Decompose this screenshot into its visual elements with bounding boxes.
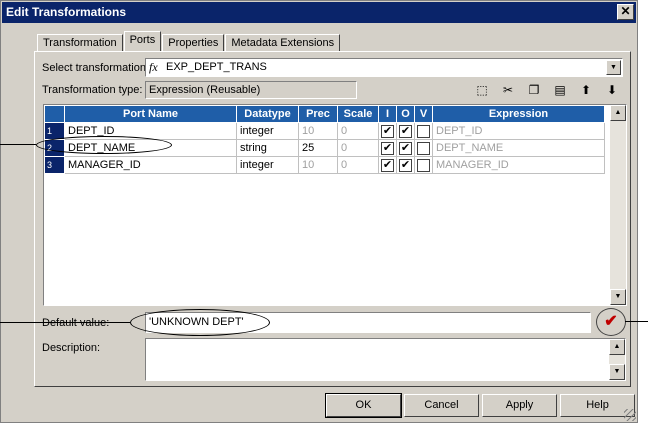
header-v[interactable]: V [414,105,433,123]
scroll-up-icon[interactable]: ▲ [610,105,626,121]
prec-cell[interactable]: 10 [298,122,338,140]
move-down-icon[interactable]: ⬇ [601,81,623,99]
cancel-button[interactable]: Cancel [404,394,479,417]
transformation-type-value: Expression (Reusable) [145,81,357,99]
scale-cell[interactable]: 0 [337,139,379,157]
ok-button[interactable]: OK [325,393,402,418]
tab-metadata-extensions[interactable]: Metadata Extensions [225,34,341,52]
transformation-type-label: Transformation type: [42,84,143,96]
tab-properties[interactable]: Properties [162,34,225,52]
grid-scrollbar[interactable]: ▲ ▼ [610,105,626,305]
header-port-name[interactable]: Port Name [64,105,237,123]
prec-cell[interactable]: 25 [298,139,338,157]
scale-cell[interactable]: 0 [337,122,379,140]
resize-grip-icon[interactable] [624,409,636,421]
select-transformation-label: Select transformation: [42,62,149,74]
tab-strip: Transformation Ports Properties Metadata… [37,31,341,52]
callout-line-validate [625,321,648,322]
callout-ellipse-default [130,309,270,336]
tab-ports[interactable]: Ports [123,31,162,52]
scale-cell[interactable]: 0 [337,156,379,174]
close-button[interactable]: ✕ [617,4,634,20]
apply-button[interactable]: Apply [482,394,557,417]
output-checkbox[interactable]: ✔ [399,141,412,155]
table-row[interactable]: 3 MANAGER_ID integer 10 0 ✔ ✔ MANAGER_ID [44,156,605,174]
header-o[interactable]: O [396,105,415,123]
window-title: Edit Transformations [6,5,127,19]
variable-checkbox[interactable] [417,124,430,138]
tab-transformation[interactable]: Transformation [37,34,123,52]
default-value-label: Default value: [42,317,110,329]
copy-icon[interactable]: ❐ [523,81,545,99]
expression-cell[interactable]: DEPT_NAME [432,139,605,157]
description-field[interactable]: ▲ ▼ [145,338,626,381]
header-rownum [44,105,65,123]
fx-icon: fx [149,60,158,74]
paste-icon[interactable]: ▤ [549,81,571,99]
description-label: Description: [42,342,101,354]
output-checkbox[interactable]: ✔ [399,124,412,138]
datatype-cell[interactable]: string [236,139,299,157]
title-bar: Edit Transformations ✕ [2,2,636,23]
variable-checkbox[interactable] [417,158,430,172]
expression-cell[interactable]: MANAGER_ID [432,156,605,174]
variable-checkbox[interactable] [417,141,430,155]
ports-grid: Port Name Datatype Prec Scale I O V Expr… [43,104,627,306]
chevron-down-icon[interactable]: ▼ [606,60,621,75]
output-checkbox[interactable]: ✔ [399,158,412,172]
prec-cell[interactable]: 10 [298,156,338,174]
datatype-cell[interactable]: integer [236,156,299,174]
scroll-down-icon[interactable]: ▼ [610,289,626,305]
new-port-icon[interactable]: ⬚ [471,81,493,99]
move-up-icon[interactable]: ⬆ [575,81,597,99]
header-i[interactable]: I [378,105,397,123]
scroll-up-icon[interactable]: ▲ [609,339,625,355]
callout-ellipse-port [36,136,172,154]
select-transformation-value: EXP_DEPT_TRANS [166,61,267,73]
cut-icon[interactable]: ✂ [497,81,519,99]
input-checkbox[interactable]: ✔ [381,141,394,155]
edit-transformations-dialog: Edit Transformations ✕ Transformation Po… [0,0,638,423]
description-scrollbar[interactable]: ▲ ▼ [609,339,625,380]
ports-toolbar: ⬚ ✂ ❐ ▤ ⬆ ⬇ [471,81,627,99]
header-expression[interactable]: Expression [432,105,605,123]
datatype-cell[interactable]: integer [236,122,299,140]
select-transformation-dropdown[interactable]: fx EXP_DEPT_TRANS ▼ [145,58,623,77]
input-checkbox[interactable]: ✔ [381,124,394,138]
scroll-down-icon[interactable]: ▼ [609,364,625,380]
header-scale[interactable]: Scale [337,105,379,123]
callout-line-default [0,322,130,323]
callout-line-port [0,144,36,145]
row-number[interactable]: 3 [44,156,65,174]
input-checkbox[interactable]: ✔ [381,158,394,172]
table-header-row: Port Name Datatype Prec Scale I O V Expr… [44,105,605,123]
header-datatype[interactable]: Datatype [236,105,299,123]
validate-button[interactable]: ✔ [596,308,626,336]
port-name-cell[interactable]: MANAGER_ID [64,156,237,174]
expression-cell[interactable]: DEPT_ID [432,122,605,140]
header-prec[interactable]: Prec [298,105,338,123]
